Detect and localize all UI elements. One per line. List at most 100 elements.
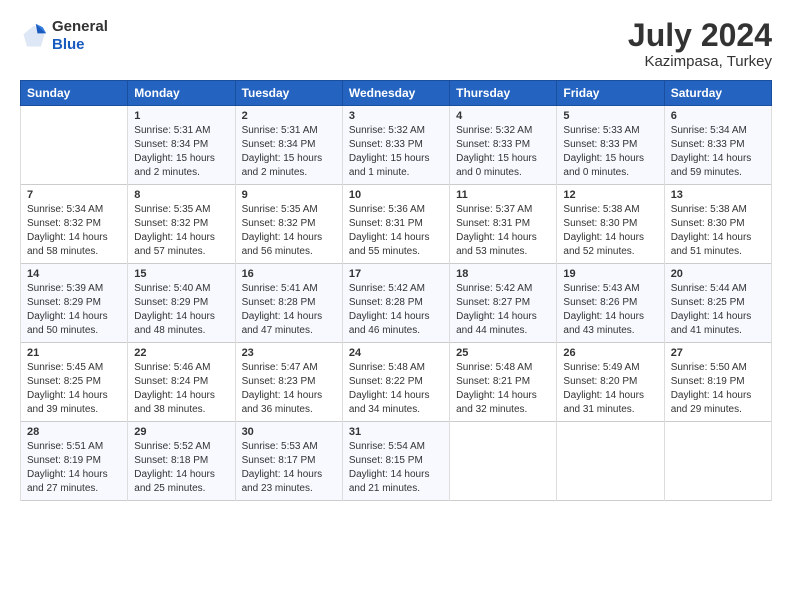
- day-number: 30: [242, 426, 336, 438]
- calendar-cell: 31 Sunrise: 5:54 AMSunset: 8:15 PMDayligh…: [342, 422, 449, 501]
- calendar-cell: 21Sunrise: 5:45 AMSunset: 8:25 PMDayligh…: [21, 343, 128, 422]
- day-number: 20: [671, 268, 765, 280]
- day-info: Sunrise: 5:50 AMSunset: 8:19 PMDaylight:…: [671, 361, 765, 417]
- day-info: Sunrise: 5:41 AMSunset: 8:28 PMDaylight:…: [242, 282, 336, 338]
- calendar-week-2: 7 Sunrise: 5:34 AMSunset: 8:32 PMDaylight…: [21, 185, 772, 264]
- day-info: Sunrise: 5:40 AMSunset: 8:29 PMDaylight:…: [134, 282, 228, 338]
- calendar-cell: 2 Sunrise: 5:31 AMSunset: 8:34 PMDaylight…: [235, 106, 342, 185]
- day-info: Sunrise: 5:37 AMSunset: 8:31 PMDaylight:…: [456, 203, 550, 259]
- calendar-cell: 9 Sunrise: 5:35 AMSunset: 8:32 PMDaylight…: [235, 185, 342, 264]
- calendar-cell: [21, 106, 128, 185]
- day-number: 2: [242, 110, 336, 122]
- calendar-cell: 18 Sunrise: 5:42 AMSunset: 8:27 PMDayligh…: [450, 264, 557, 343]
- day-info: Sunrise: 5:42 AMSunset: 8:28 PMDaylight:…: [349, 282, 443, 338]
- col-friday: Friday: [557, 81, 664, 106]
- day-info: Sunrise: 5:54 AMSunset: 8:15 PMDaylight:…: [349, 440, 443, 496]
- day-info: Sunrise: 5:31 AMSunset: 8:34 PMDaylight:…: [134, 124, 228, 180]
- day-number: 3: [349, 110, 443, 122]
- day-info: Sunrise: 5:35 AMSunset: 8:32 PMDaylight:…: [242, 203, 336, 259]
- calendar-cell: 4 Sunrise: 5:32 AMSunset: 8:33 PMDaylight…: [450, 106, 557, 185]
- day-number: 16: [242, 268, 336, 280]
- calendar-cell: 3 Sunrise: 5:32 AMSunset: 8:33 PMDaylight…: [342, 106, 449, 185]
- month-year: July 2024: [628, 18, 772, 53]
- day-info: Sunrise: 5:51 AMSunset: 8:19 PMDaylight:…: [27, 440, 121, 496]
- day-info: Sunrise: 5:32 AMSunset: 8:33 PMDaylight:…: [456, 124, 550, 180]
- day-info: Sunrise: 5:44 AMSunset: 8:25 PMDaylight:…: [671, 282, 765, 338]
- calendar-cell: [450, 422, 557, 501]
- day-info: Sunrise: 5:53 AMSunset: 8:17 PMDaylight:…: [242, 440, 336, 496]
- day-info: Sunrise: 5:46 AMSunset: 8:24 PMDaylight:…: [134, 361, 228, 417]
- calendar-cell: 26 Sunrise: 5:49 AMSunset: 8:20 PMDayligh…: [557, 343, 664, 422]
- col-thursday: Thursday: [450, 81, 557, 106]
- day-info: Sunrise: 5:36 AMSunset: 8:31 PMDaylight:…: [349, 203, 443, 259]
- logo: General Blue: [20, 18, 108, 54]
- day-number: 7: [27, 189, 121, 201]
- calendar-cell: 8Sunrise: 5:35 AMSunset: 8:32 PMDaylight…: [128, 185, 235, 264]
- calendar-week-1: 1 Sunrise: 5:31 AMSunset: 8:34 PMDaylight…: [21, 106, 772, 185]
- day-info: Sunrise: 5:43 AMSunset: 8:26 PMDaylight:…: [563, 282, 657, 338]
- day-info: Sunrise: 5:34 AMSunset: 8:33 PMDaylight:…: [671, 124, 765, 180]
- calendar-cell: 5 Sunrise: 5:33 AMSunset: 8:33 PMDaylight…: [557, 106, 664, 185]
- day-number: 21: [27, 347, 121, 359]
- day-number: 11: [456, 189, 550, 201]
- day-info: Sunrise: 5:52 AMSunset: 8:18 PMDaylight:…: [134, 440, 228, 496]
- day-number: 22: [134, 347, 228, 359]
- day-number: 1: [134, 110, 228, 122]
- calendar-week-5: 28 Sunrise: 5:51 AMSunset: 8:19 PMDayligh…: [21, 422, 772, 501]
- day-number: 6: [671, 110, 765, 122]
- day-info: Sunrise: 5:35 AMSunset: 8:32 PMDaylight:…: [134, 203, 228, 259]
- day-number: 28: [27, 426, 121, 438]
- calendar-cell: [557, 422, 664, 501]
- calendar-cell: 30 Sunrise: 5:53 AMSunset: 8:17 PMDayligh…: [235, 422, 342, 501]
- day-info: Sunrise: 5:32 AMSunset: 8:33 PMDaylight:…: [349, 124, 443, 180]
- calendar-week-4: 21Sunrise: 5:45 AMSunset: 8:25 PMDayligh…: [21, 343, 772, 422]
- day-info: Sunrise: 5:33 AMSunset: 8:33 PMDaylight:…: [563, 124, 657, 180]
- calendar-cell: 25Sunrise: 5:48 AMSunset: 8:21 PMDayligh…: [450, 343, 557, 422]
- day-number: 24: [349, 347, 443, 359]
- calendar-cell: 19 Sunrise: 5:43 AMSunset: 8:26 PMDayligh…: [557, 264, 664, 343]
- day-number: 4: [456, 110, 550, 122]
- calendar-table: Sunday Monday Tuesday Wednesday Thursday…: [20, 80, 772, 501]
- day-number: 25: [456, 347, 550, 359]
- calendar-cell: 12Sunrise: 5:38 AMSunset: 8:30 PMDayligh…: [557, 185, 664, 264]
- logo-text: General Blue: [52, 18, 108, 54]
- day-number: 18: [456, 268, 550, 280]
- calendar-cell: 13 Sunrise: 5:38 AMSunset: 8:30 PMDayligh…: [664, 185, 771, 264]
- day-info: Sunrise: 5:42 AMSunset: 8:27 PMDaylight:…: [456, 282, 550, 338]
- day-info: Sunrise: 5:38 AMSunset: 8:30 PMDaylight:…: [671, 203, 765, 259]
- page: General Blue July 2024 Kazimpasa, Turkey…: [0, 0, 792, 612]
- location: Kazimpasa, Turkey: [628, 53, 772, 70]
- day-number: 19: [563, 268, 657, 280]
- col-monday: Monday: [128, 81, 235, 106]
- col-saturday: Saturday: [664, 81, 771, 106]
- logo-blue: Blue: [52, 36, 85, 53]
- day-number: 12: [563, 189, 657, 201]
- calendar-cell: 17 Sunrise: 5:42 AMSunset: 8:28 PMDayligh…: [342, 264, 449, 343]
- calendar-cell: 6 Sunrise: 5:34 AMSunset: 8:33 PMDaylight…: [664, 106, 771, 185]
- calendar-cell: 10Sunrise: 5:36 AMSunset: 8:31 PMDayligh…: [342, 185, 449, 264]
- day-info: Sunrise: 5:48 AMSunset: 8:22 PMDaylight:…: [349, 361, 443, 417]
- col-sunday: Sunday: [21, 81, 128, 106]
- day-number: 15: [134, 268, 228, 280]
- calendar-cell: 14Sunrise: 5:39 AMSunset: 8:29 PMDayligh…: [21, 264, 128, 343]
- col-wednesday: Wednesday: [342, 81, 449, 106]
- day-number: 9: [242, 189, 336, 201]
- day-number: 26: [563, 347, 657, 359]
- header-row: Sunday Monday Tuesday Wednesday Thursday…: [21, 81, 772, 106]
- calendar-cell: 29Sunrise: 5:52 AMSunset: 8:18 PMDayligh…: [128, 422, 235, 501]
- col-tuesday: Tuesday: [235, 81, 342, 106]
- calendar-cell: 15 Sunrise: 5:40 AMSunset: 8:29 PMDayligh…: [128, 264, 235, 343]
- day-number: 23: [242, 347, 336, 359]
- day-number: 13: [671, 189, 765, 201]
- calendar-cell: 27Sunrise: 5:50 AMSunset: 8:19 PMDayligh…: [664, 343, 771, 422]
- day-info: Sunrise: 5:31 AMSunset: 8:34 PMDaylight:…: [242, 124, 336, 180]
- day-number: 17: [349, 268, 443, 280]
- calendar-cell: 22 Sunrise: 5:46 AMSunset: 8:24 PMDayligh…: [128, 343, 235, 422]
- calendar-cell: [664, 422, 771, 501]
- day-info: Sunrise: 5:49 AMSunset: 8:20 PMDaylight:…: [563, 361, 657, 417]
- day-number: 31: [349, 426, 443, 438]
- logo-general: General: [52, 18, 108, 35]
- calendar-cell: 1 Sunrise: 5:31 AMSunset: 8:34 PMDaylight…: [128, 106, 235, 185]
- day-info: Sunrise: 5:34 AMSunset: 8:32 PMDaylight:…: [27, 203, 121, 259]
- day-number: 5: [563, 110, 657, 122]
